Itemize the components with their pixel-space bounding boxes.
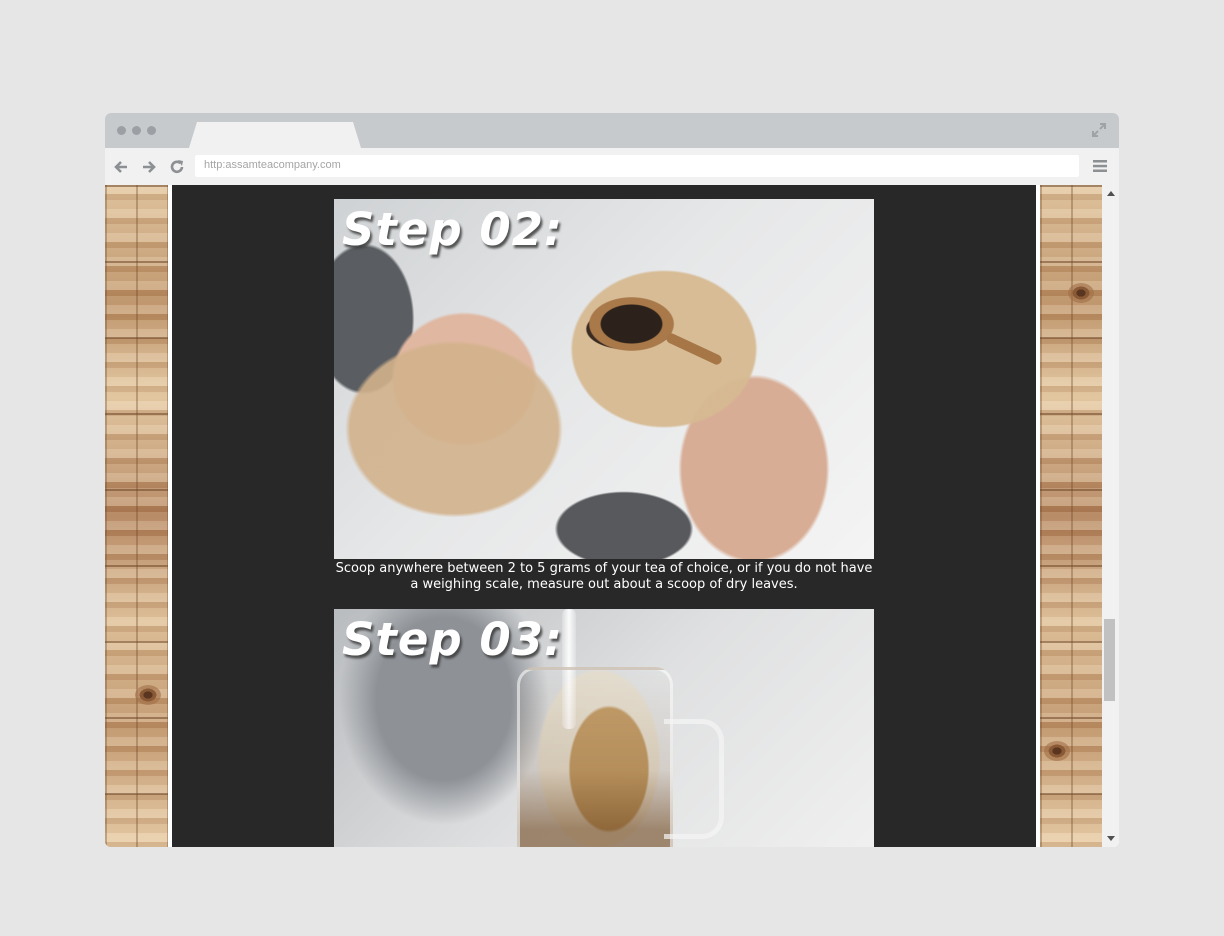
glass-mug-handle <box>664 719 724 839</box>
wood-knot <box>1044 741 1070 761</box>
browser-tab[interactable] <box>189 122 361 148</box>
browser-titlebar <box>105 113 1119 148</box>
browser-window: http:assamteacompany.com Step 02: Scoop … <box>105 113 1119 847</box>
scrollbar-thumb[interactable] <box>1104 619 1115 701</box>
window-control-dot[interactable] <box>147 126 156 135</box>
scroll-up-arrow-icon[interactable] <box>1107 191 1115 196</box>
url-text: http:assamteacompany.com <box>204 159 341 171</box>
page-viewport: Step 02: Scoop anywhere between 2 to 5 g… <box>105 185 1119 847</box>
step-caption: Scoop anywhere between 2 to 5 grams of y… <box>335 561 873 592</box>
scroll-down-arrow-icon[interactable] <box>1107 836 1115 841</box>
wood-background-left <box>105 185 168 847</box>
wood-knot <box>1068 283 1094 303</box>
content-column: Step 02: Scoop anywhere between 2 to 5 g… <box>172 185 1036 847</box>
hamburger-menu-icon[interactable] <box>1093 159 1107 173</box>
wood-knot <box>135 685 161 705</box>
back-arrow-icon[interactable] <box>112 158 130 176</box>
tea-spoon-handle <box>664 331 724 367</box>
window-control-dot[interactable] <box>132 126 141 135</box>
vertical-scrollbar[interactable] <box>1102 185 1119 847</box>
step-title: Step 02: <box>342 203 563 256</box>
browser-navbar: http:assamteacompany.com <box>105 148 1119 185</box>
glass-mug <box>517 667 673 847</box>
step-03-image: Step 03: <box>334 609 874 847</box>
step-title: Step 03: <box>342 613 563 666</box>
forward-arrow-icon[interactable] <box>140 158 158 176</box>
tea-spoon <box>584 294 679 354</box>
address-bar[interactable]: http:assamteacompany.com <box>195 155 1079 177</box>
step-02-image: Step 02: <box>334 199 874 559</box>
wood-background-right <box>1040 185 1103 847</box>
reload-icon[interactable] <box>168 158 186 176</box>
window-control-dot[interactable] <box>117 126 126 135</box>
expand-icon[interactable] <box>1091 122 1107 138</box>
